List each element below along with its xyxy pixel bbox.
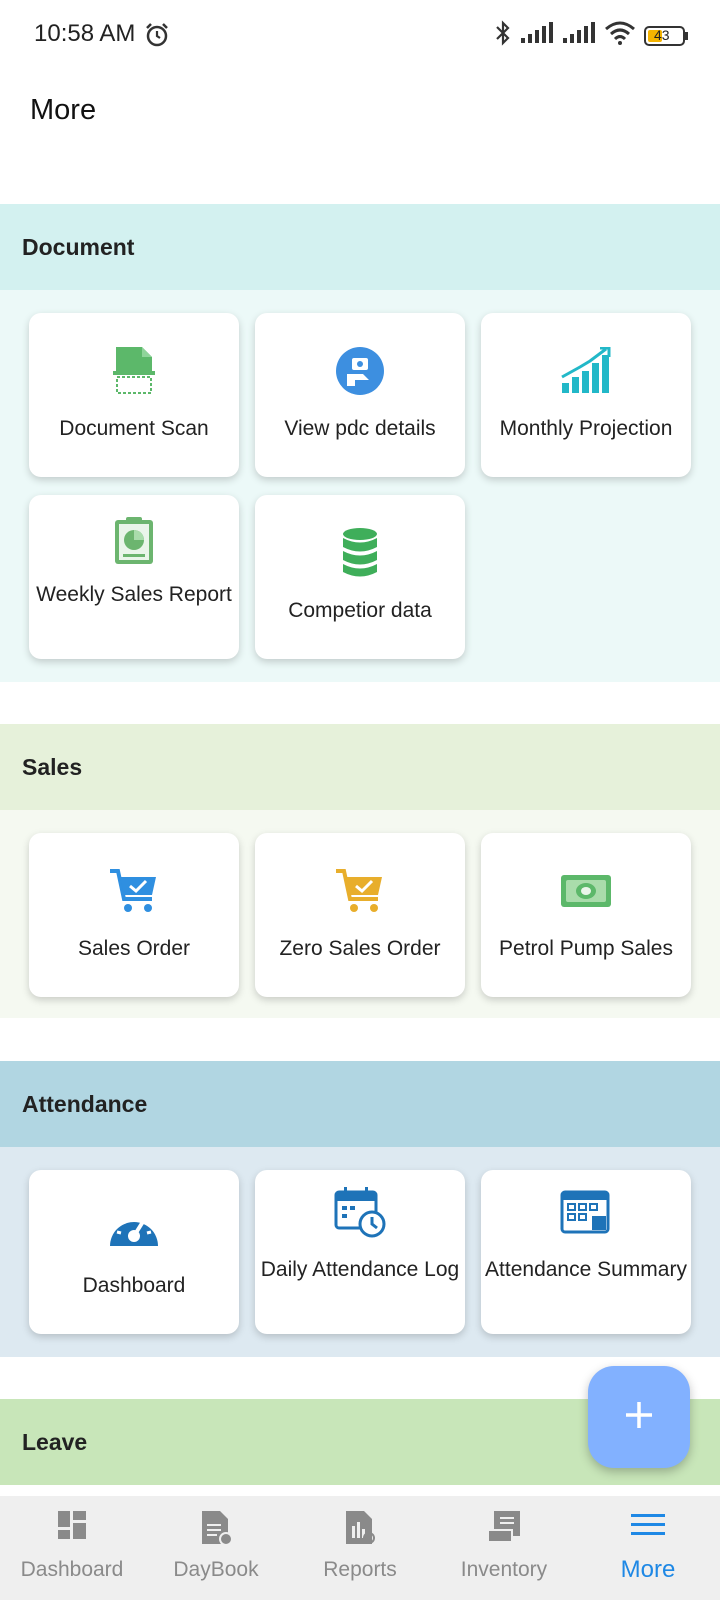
status-time: 10:58 AM <box>34 20 136 47</box>
tile-label: Dashboard <box>82 1274 186 1297</box>
tile-competior-data[interactable]: Competior data <box>255 495 465 659</box>
section-title: Attendance <box>22 1090 148 1117</box>
tile-label: Document Scan <box>59 417 209 440</box>
nav-label: DayBook <box>173 1558 259 1581</box>
tile-dashboard[interactable]: Dashboard <box>29 1170 239 1334</box>
tile-monthly-projection[interactable]: Monthly Projection <box>481 313 691 477</box>
bluetooth-icon <box>494 20 512 51</box>
wifi-icon <box>604 21 636 50</box>
cart-blue-icon <box>29 863 239 919</box>
nav-item-inventory[interactable]: Inventory <box>432 1496 576 1600</box>
projection-chart-icon <box>481 343 691 399</box>
section-header-attendance: Attendance <box>0 1061 720 1147</box>
tile-label: Competior data <box>288 599 432 622</box>
nav-item-reports[interactable]: Reports <box>288 1496 432 1600</box>
section-title: Sales <box>22 753 83 780</box>
tile-petrol-pump-sales[interactable]: Petrol Pump Sales <box>481 833 691 997</box>
inventory-icon <box>432 1510 576 1550</box>
nav-label: Dashboard <box>20 1558 124 1581</box>
section-body-document: Document Scan View pdc details Monthly P… <box>0 290 720 682</box>
sales-report-icon <box>29 513 239 569</box>
tile-attendance-summary[interactable]: Attendance Summary <box>481 1170 691 1334</box>
section-title: Leave <box>22 1428 88 1455</box>
tile-label: Daily Attendance Log <box>260 1258 460 1281</box>
signal-2-icon <box>562 22 596 49</box>
tile-view-pdc-details[interactable]: View pdc details <box>255 313 465 477</box>
pdc-details-icon <box>255 343 465 399</box>
cash-icon <box>481 863 691 919</box>
tile-label: Monthly Projection <box>499 417 673 440</box>
calendar-summary-icon <box>481 1184 691 1240</box>
tile-label: Petrol Pump Sales <box>499 937 673 960</box>
speedometer-icon <box>29 1200 239 1256</box>
add-button[interactable] <box>588 1366 690 1468</box>
daybook-icon <box>144 1510 288 1550</box>
section-title: Document <box>22 233 135 260</box>
nav-label: Reports <box>323 1558 397 1581</box>
nav-item-dashboard[interactable]: Dashboard <box>0 1496 144 1600</box>
nav-label: Inventory <box>460 1558 548 1581</box>
nav-item-daybook[interactable]: DayBook <box>144 1496 288 1600</box>
status-bar: 10:58 AM 43 <box>0 0 720 70</box>
reports-icon <box>288 1510 432 1550</box>
section-body-sales: Sales Order Zero Sales Order Petrol Pump… <box>0 810 720 1018</box>
dashboard-icon <box>0 1510 144 1550</box>
battery-level: 43 <box>654 26 670 43</box>
cart-yellow-icon <box>255 863 465 919</box>
status-icons: 43 <box>494 20 690 51</box>
tile-label: View pdc details <box>284 417 436 440</box>
bottom-nav: Dashboard DayBook Reports Inventory More <box>0 1496 720 1600</box>
tile-document-scan[interactable]: Document Scan <box>29 313 239 477</box>
battery-icon: 43 <box>644 25 690 47</box>
nav-label: More <box>620 1556 676 1583</box>
tile-daily-attendance-log[interactable]: Daily Attendance Log <box>255 1170 465 1334</box>
signal-1-icon <box>520 22 554 49</box>
tile-label: Zero Sales Order <box>279 937 441 960</box>
document-scan-icon <box>29 343 239 399</box>
menu-icon <box>576 1510 720 1550</box>
section-header-sales: Sales <box>0 724 720 810</box>
tile-zero-sales-order[interactable]: Zero Sales Order <box>255 833 465 997</box>
plus-icon <box>624 1400 654 1435</box>
alarm-icon <box>144 22 170 53</box>
tile-label: Attendance Summary <box>485 1258 687 1281</box>
database-icon <box>255 525 465 581</box>
tile-label: Weekly Sales Report <box>36 583 232 606</box>
section-header-document: Document <box>0 204 720 290</box>
nav-item-more[interactable]: More <box>576 1496 720 1600</box>
tile-sales-order[interactable]: Sales Order <box>29 833 239 997</box>
calendar-clock-icon <box>255 1184 465 1240</box>
tile-label: Sales Order <box>77 937 191 960</box>
tile-weekly-sales-report[interactable]: Weekly Sales Report <box>29 495 239 659</box>
section-body-attendance: Dashboard Daily Attendance Log Attendanc… <box>0 1147 720 1357</box>
page-title: More <box>30 94 97 126</box>
